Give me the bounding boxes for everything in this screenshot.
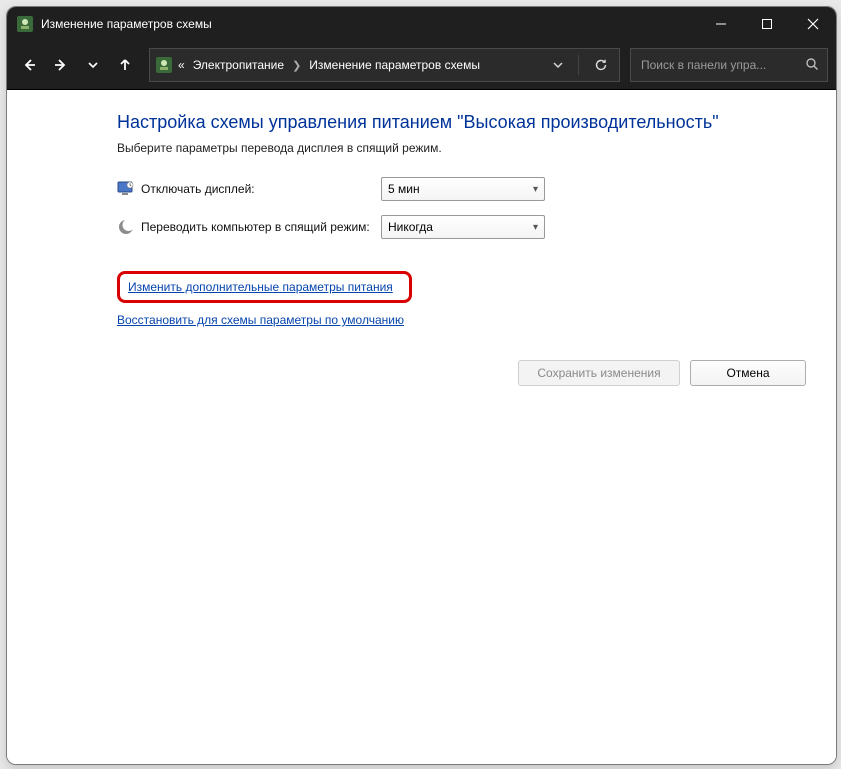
- page-title: Настройка схемы управления питанием "Выс…: [117, 112, 816, 133]
- search-box[interactable]: [630, 48, 828, 82]
- app-icon: [17, 16, 33, 32]
- minimize-button[interactable]: [698, 7, 744, 41]
- annotation-highlight: Изменить дополнительные параметры питани…: [117, 271, 412, 303]
- search-icon[interactable]: [805, 57, 819, 74]
- breadcrumb-item[interactable]: Изменение параметров схемы: [309, 58, 480, 72]
- setting-display-off: Отключать дисплей: 5 мин ▾: [117, 177, 816, 201]
- address-bar[interactable]: « Электропитание ❯ Изменение параметров …: [149, 48, 620, 82]
- address-icon: [156, 57, 172, 73]
- refresh-button[interactable]: [589, 51, 613, 79]
- monitor-icon: [117, 180, 135, 198]
- setting-label: Переводить компьютер в спящий режим:: [141, 220, 381, 234]
- chevron-right-icon: ❯: [292, 59, 301, 72]
- setting-sleep: Переводить компьютер в спящий режим: Ник…: [117, 215, 816, 239]
- breadcrumb-item[interactable]: Электропитание: [193, 58, 284, 72]
- sleep-select[interactable]: Никогда ▾: [381, 215, 545, 239]
- close-button[interactable]: [790, 7, 836, 41]
- cancel-button[interactable]: Отмена: [690, 360, 806, 386]
- page-subtitle: Выберите параметры перевода дисплея в сп…: [117, 141, 816, 155]
- breadcrumb-prefix: «: [178, 58, 185, 72]
- display-off-select[interactable]: 5 мин ▾: [381, 177, 545, 201]
- nav-bar: « Электропитание ❯ Изменение параметров …: [7, 41, 836, 90]
- title-bar: Изменение параметров схемы: [7, 7, 836, 41]
- select-value: Никогда: [388, 220, 433, 234]
- footer-buttons: Сохранить изменения Отмена: [7, 348, 836, 398]
- moon-icon: [117, 218, 135, 236]
- content-area: Настройка схемы управления питанием "Выс…: [7, 90, 836, 764]
- forward-button[interactable]: [47, 50, 75, 80]
- save-button: Сохранить изменения: [518, 360, 680, 386]
- setting-label: Отключать дисплей:: [141, 182, 381, 196]
- address-dropdown-button[interactable]: [546, 51, 570, 79]
- breadcrumb: « Электропитание ❯ Изменение параметров …: [178, 58, 480, 72]
- window: Изменение параметров схемы: [6, 6, 837, 765]
- maximize-button[interactable]: [744, 7, 790, 41]
- restore-defaults-link[interactable]: Восстановить для схемы параметры по умол…: [117, 313, 404, 327]
- advanced-settings-link[interactable]: Изменить дополнительные параметры питани…: [128, 280, 393, 294]
- chevron-down-icon: ▾: [533, 222, 538, 233]
- up-button[interactable]: [111, 50, 139, 80]
- back-button[interactable]: [15, 50, 43, 80]
- chevron-down-icon: ▾: [533, 184, 538, 195]
- window-title: Изменение параметров схемы: [41, 17, 212, 31]
- search-input[interactable]: [639, 57, 805, 73]
- select-value: 5 мин: [388, 182, 420, 196]
- history-dropdown-button[interactable]: [79, 50, 107, 80]
